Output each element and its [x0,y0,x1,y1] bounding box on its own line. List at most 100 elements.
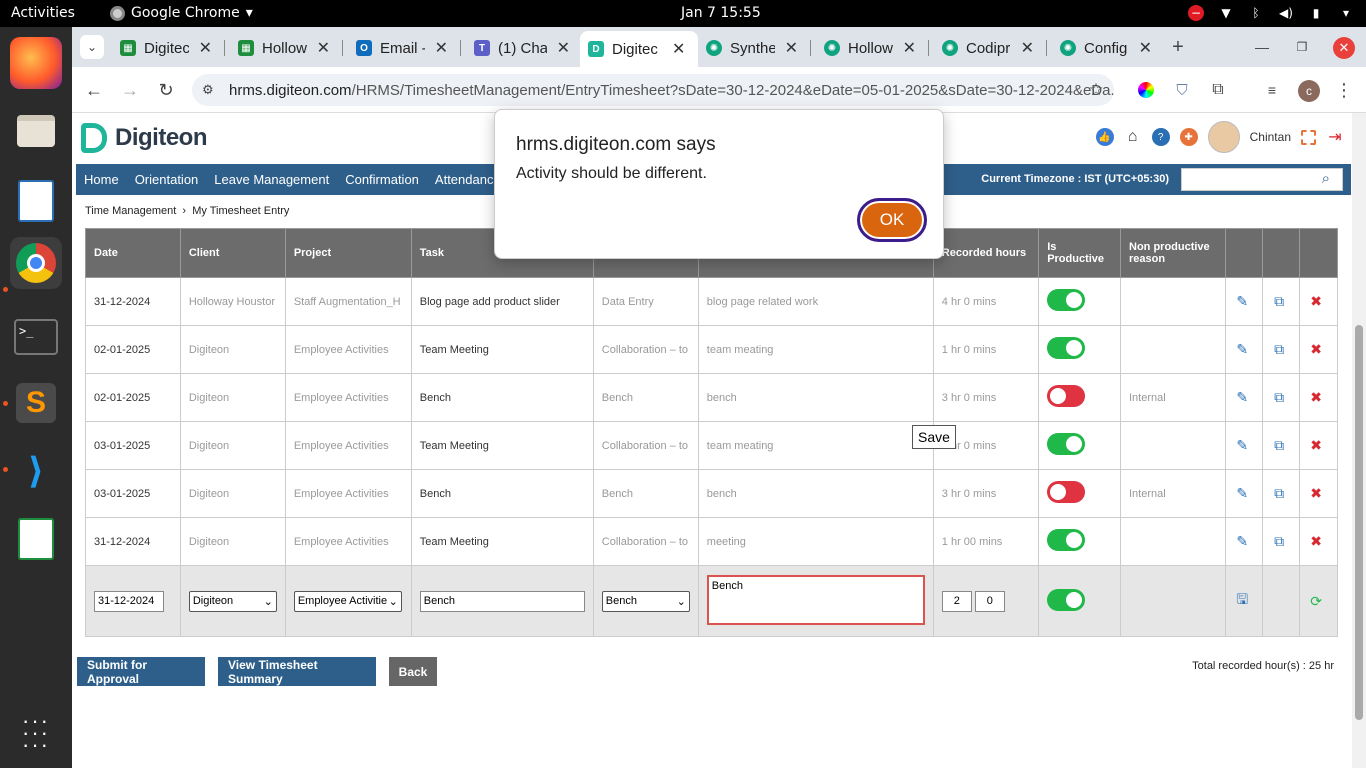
productive-toggle[interactable] [1047,588,1086,611]
firefox-icon[interactable] [10,37,62,89]
delete-icon[interactable]: ✖ [1308,437,1324,454]
tab-0[interactable]: ▦ Digitec ✕ [112,33,220,63]
tab-7[interactable]: ✺ Codipr ✕ [934,33,1042,63]
close-icon[interactable]: ✕ [317,38,330,58]
close-icon[interactable]: ✕ [1021,38,1034,58]
hours-input[interactable] [941,590,972,612]
tab-5[interactable]: ✺ Synthe ✕ [698,33,806,63]
nav-home[interactable]: Home [76,172,127,187]
edit-pencil-icon[interactable]: ✎ [1234,389,1250,406]
date-input[interactable] [94,590,164,612]
close-icon[interactable]: ✕ [672,39,685,59]
activities-button[interactable]: Activities [11,5,75,21]
search-icon[interactable]: ⌕ [1322,170,1330,187]
support-icon[interactable]: ✚ [1179,128,1198,146]
close-icon[interactable]: ✕ [557,38,570,58]
back-arrow-icon[interactable]: ← [84,80,104,100]
tab-1[interactable]: ▦ Hollow ✕ [230,33,338,63]
close-icon[interactable]: ✕ [435,38,448,58]
window-close-button[interactable]: ✕ [1333,37,1355,59]
forward-arrow-icon[interactable]: → [120,80,140,100]
tab-2[interactable]: O Email - ✕ [348,33,456,63]
page-scrollbar[interactable] [1352,113,1366,768]
clock[interactable]: Jan 7 15:55 [681,5,761,21]
save-icon[interactable]: 🖫 [1234,589,1250,613]
nav-orientation[interactable]: Orientation [127,172,207,187]
view-timesheet-summary-button[interactable]: View Timesheet Summary [218,657,376,686]
minutes-input[interactable] [974,590,1005,612]
productive-toggle[interactable] [1047,433,1086,455]
calc-icon[interactable] [10,513,62,565]
system-tray[interactable]: − ▼ ᛒ ◀) ▮ ▾ [1188,5,1354,21]
tab-3[interactable]: T (1) Cha ✕ [466,33,578,63]
media-controls-icon[interactable]: ≡ [1262,80,1282,100]
brand-logo[interactable]: Digiteon [81,123,208,153]
client-select[interactable]: Digiteon ⌄ [188,590,277,612]
help-icon[interactable]: ? [1151,128,1170,146]
delete-icon[interactable]: ✖ [1308,389,1324,406]
productive-toggle[interactable] [1047,481,1086,503]
task-input[interactable] [419,590,585,612]
reload-icon[interactable]: ↻ [156,80,176,100]
search-input[interactable]: ⌕ [1181,168,1343,191]
home-icon[interactable]: ⌂ [1124,128,1142,146]
delete-icon[interactable]: ✖ [1308,293,1324,310]
thumbs-up-icon[interactable]: 👍 [1095,128,1114,146]
minimize-button[interactable]: — [1252,37,1272,57]
submit-for-approval-button[interactable]: Submit for Approval [77,657,205,686]
tab-active[interactable]: D Digitec ✕ [580,31,698,67]
extensions-icon[interactable]: ⧉ [1208,80,1228,100]
nav-leave-management[interactable]: Leave Management [206,172,337,187]
username[interactable]: Chintan [1250,130,1291,144]
refresh-icon[interactable]: ⟳ [1308,593,1324,610]
tab-search-button[interactable]: ⌄ [80,35,104,59]
edit-pencil-icon[interactable]: ✎ [1234,437,1250,454]
close-icon[interactable]: ✕ [785,38,798,58]
tab-6[interactable]: ✺ Hollow ✕ [816,33,924,63]
breadcrumb-time-management[interactable]: Time Management [85,205,176,217]
writer-icon[interactable] [10,175,62,227]
profile-avatar[interactable]: c [1298,80,1320,102]
productive-toggle[interactable] [1047,289,1086,311]
vscode-icon[interactable]: ⟩ [10,445,62,497]
nav-confirmation[interactable]: Confirmation [337,172,427,187]
maximize-button[interactable]: ❐ [1292,37,1312,57]
close-icon[interactable]: ✕ [903,38,916,58]
bookmark-star-icon[interactable]: ☆ [1086,80,1106,100]
copy-icon[interactable]: ⧉ [1271,293,1287,310]
show-apps-icon[interactable]: ··· ··· ··· [10,707,62,759]
productive-toggle[interactable] [1047,529,1086,551]
back-button[interactable]: Back [389,657,437,686]
app-menu[interactable]: Google Chrome ▾ [110,5,253,21]
edit-pencil-icon[interactable]: ✎ [1234,341,1250,358]
copy-icon[interactable]: ⧉ [1271,485,1287,502]
site-info-icon[interactable]: ⚙ [202,82,214,98]
close-icon[interactable]: ✕ [1139,38,1152,58]
productive-toggle[interactable] [1047,337,1086,359]
copy-icon[interactable]: ⧉ [1271,341,1287,358]
productive-toggle[interactable] [1047,385,1086,407]
shield-icon[interactable]: ⛉ [1172,80,1192,100]
close-icon[interactable]: ✕ [199,38,212,58]
terminal-icon[interactable]: >_ [10,311,62,363]
scrollbar-thumb[interactable] [1355,325,1363,720]
copy-icon[interactable]: ⧉ [1271,389,1287,406]
delete-icon[interactable]: ✖ [1308,533,1324,550]
edit-pencil-icon[interactable]: ✎ [1234,533,1250,550]
avatar[interactable] [1207,121,1240,153]
edit-pencil-icon[interactable]: ✎ [1234,485,1250,502]
files-icon[interactable] [10,105,62,157]
delete-icon[interactable]: ✖ [1308,485,1324,502]
description-textarea[interactable]: Bench [706,574,925,625]
kebab-menu-icon[interactable]: ⋮ [1334,80,1354,100]
logout-icon[interactable]: ⇥ [1326,128,1344,146]
copy-icon[interactable]: ⧉ [1271,437,1287,454]
delete-icon[interactable]: ✖ [1308,341,1324,358]
chrome-dock-icon[interactable] [10,237,62,289]
new-tab-button[interactable]: + [1168,36,1188,58]
tab-8[interactable]: ✺ Config ✕ [1052,33,1160,63]
sublime-text-icon[interactable]: S [10,377,62,429]
edit-pencil-icon[interactable]: ✎ [1234,293,1250,310]
address-bar[interactable]: ⚙ hrms.digiteon.com/HRMS/TimesheetManage… [192,74,1114,106]
extension-color-icon[interactable] [1136,80,1156,100]
